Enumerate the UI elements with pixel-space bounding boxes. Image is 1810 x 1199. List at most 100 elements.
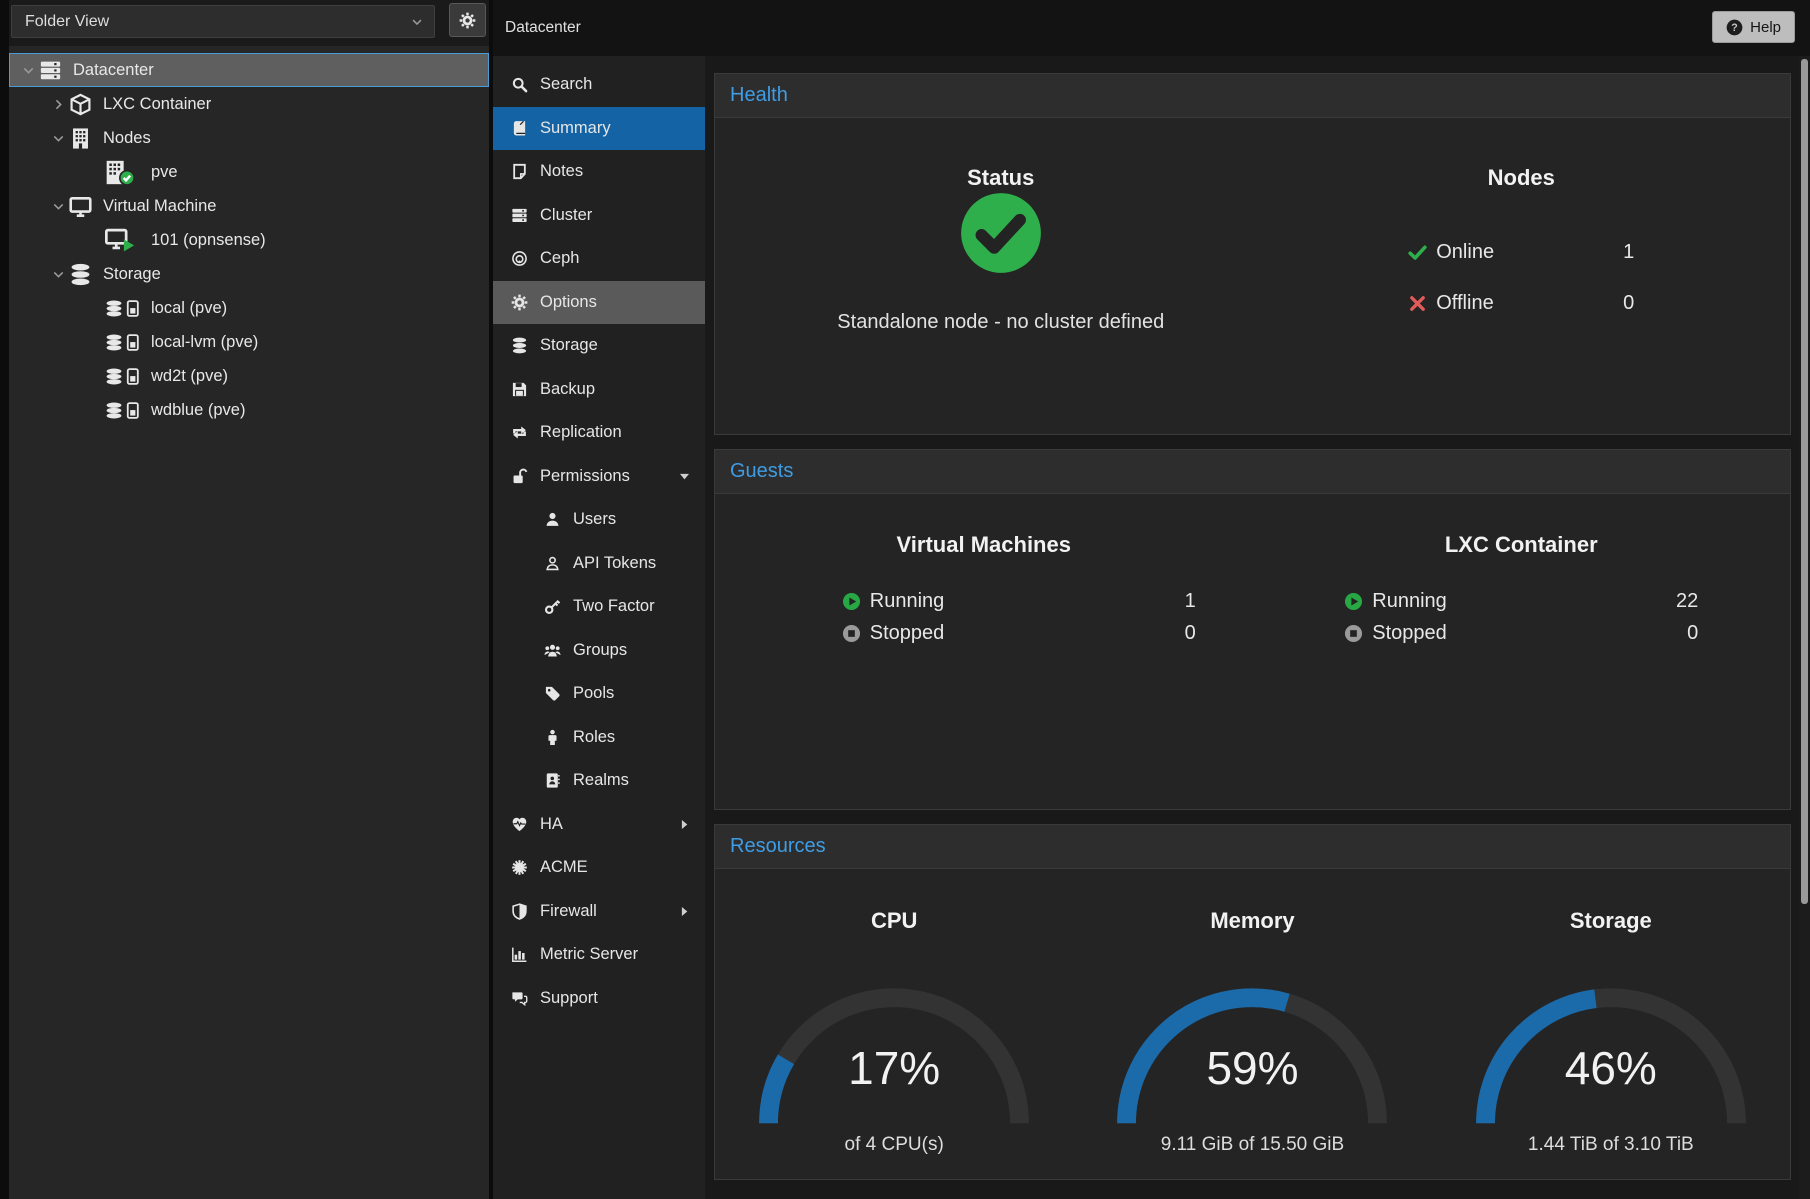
menu-item-icon-holder <box>510 207 529 224</box>
tree-expander[interactable] <box>47 131 69 146</box>
menu-item-groups[interactable]: Groups <box>493 629 705 673</box>
menu-item-notes[interactable]: Notes <box>493 150 705 194</box>
building-icon <box>69 127 92 150</box>
menu-item-replication[interactable]: Replication <box>493 411 705 455</box>
tree-expander[interactable] <box>47 97 69 112</box>
menu-item-support[interactable]: Support <box>493 977 705 1021</box>
tree-item-storage[interactable]: Storage <box>9 257 489 291</box>
menu-item-realms[interactable]: Realms <box>493 759 705 803</box>
guest-status-row-virtual-machines-stopped: Stopped0 <box>842 617 1196 649</box>
menu-item-icon-holder <box>543 642 562 659</box>
gauge-percent-value: 59% <box>1107 1041 1397 1095</box>
menu-item-ha[interactable]: HA <box>493 803 705 847</box>
check-icon <box>1408 243 1427 262</box>
tree-settings-button[interactable] <box>449 3 486 37</box>
gauge-memory-arc: 59% <box>1107 975 1397 1132</box>
vertical-scrollbar[interactable] <box>1799 56 1810 1199</box>
menu-item-users[interactable]: Users <box>493 498 705 542</box>
menu-item-cluster[interactable]: Cluster <box>493 194 705 238</box>
replication-icon <box>511 424 528 441</box>
node-status-row-offline: Offline0 <box>1408 278 1634 329</box>
cluster-status-message: Standalone node - no cluster defined <box>837 311 1164 334</box>
tree-item-datacenter[interactable]: Datacenter <box>9 53 489 87</box>
menu-item-metric-server[interactable]: Metric Server <box>493 933 705 977</box>
tree-item-101-opnsense[interactable]: 101 (opnsense) <box>9 223 489 257</box>
play-circle-icon <box>1344 592 1363 611</box>
tree-item-local-lvm-pve[interactable]: local-lvm (pve) <box>9 325 489 359</box>
menu-item-label: API Tokens <box>573 554 656 573</box>
guest-status-row-lxc-container-stopped: Stopped0 <box>1344 617 1698 649</box>
menu-item-icon-holder <box>543 772 562 789</box>
tree-item-virtual-machine[interactable]: Virtual Machine <box>9 189 489 223</box>
menu-item-summary[interactable]: Summary <box>493 107 705 151</box>
menu-item-acme[interactable]: ACME <box>493 846 705 890</box>
tree-item-lxc-container[interactable]: LXC Container <box>9 87 489 121</box>
tree-expander[interactable] <box>47 199 69 214</box>
tree-item-icon-holder <box>105 300 147 317</box>
caret-right-icon <box>677 904 692 919</box>
menu-item-two-factor[interactable]: Two Factor <box>493 585 705 629</box>
menu-item-storage[interactable]: Storage <box>493 324 705 368</box>
breadcrumb-title: Datacenter <box>505 19 581 37</box>
menu-item-pools[interactable]: Pools <box>493 672 705 716</box>
shield-icon <box>511 903 528 920</box>
menu-item-permissions[interactable]: Permissions <box>493 455 705 499</box>
gear-icon <box>511 294 528 311</box>
resource-gauge-cpu: CPU17%of 4 CPU(s) <box>715 869 1073 1179</box>
comments-icon <box>511 990 528 1007</box>
chevron-right-icon <box>51 97 66 112</box>
menu-item-icon-holder <box>510 903 529 920</box>
menu-item-ceph[interactable]: Ceph <box>493 237 705 281</box>
menu-item-icon-holder <box>510 424 529 441</box>
guests-panel-title: Guests <box>715 450 1790 494</box>
menu-item-icon-holder <box>510 381 529 398</box>
menu-item-search[interactable]: Search <box>493 63 705 107</box>
tree-item-icon-holder <box>105 228 147 252</box>
menu-item-expander[interactable] <box>677 817 692 832</box>
address-book-icon <box>544 772 561 789</box>
scrollbar-thumb[interactable] <box>1801 59 1808 904</box>
menu-item-icon-holder <box>510 76 529 93</box>
menu-item-icon-holder <box>510 120 529 137</box>
tag-icon <box>544 685 561 702</box>
monitor-icon <box>69 195 92 218</box>
question-circle-icon: ? <box>1726 19 1743 36</box>
tree-item-label: LXC Container <box>103 95 211 114</box>
menu-item-api-tokens[interactable]: API Tokens <box>493 542 705 586</box>
node-status-value: 0 <box>1623 292 1634 315</box>
menu-item-expander[interactable] <box>677 469 692 484</box>
menu-item-label: Permissions <box>540 467 630 486</box>
guest-status-row-virtual-machines-running: Running1 <box>842 585 1196 617</box>
menu-item-backup[interactable]: Backup <box>493 368 705 412</box>
tree-expander[interactable] <box>17 63 39 78</box>
view-mode-value: Folder View <box>25 13 109 31</box>
menu-item-icon-holder <box>510 250 529 267</box>
menu-item-icon-holder <box>510 468 529 485</box>
menu-item-options[interactable]: Options <box>493 281 705 325</box>
tree-item-nodes[interactable]: Nodes <box>9 121 489 155</box>
menu-item-icon-holder <box>510 946 529 963</box>
datacenter-menu: SearchSummaryNotesClusterCephOptionsStor… <box>493 56 705 1199</box>
menu-item-roles[interactable]: Roles <box>493 716 705 760</box>
content-area: Health Status Standalone node - no clust… <box>705 56 1799 1199</box>
users-icon <box>544 642 561 659</box>
menu-item-label: Two Factor <box>573 597 655 616</box>
tree-item-icon-holder <box>105 159 147 186</box>
check-circle-icon <box>959 191 1043 275</box>
menu-item-expander[interactable] <box>677 904 692 919</box>
tree-item-local-pve[interactable]: local (pve) <box>9 291 489 325</box>
view-mode-select[interactable]: Folder View <box>11 5 435 38</box>
menu-item-firewall[interactable]: Firewall <box>493 890 705 934</box>
note-icon <box>511 163 528 180</box>
tree-item-label: local-lvm (pve) <box>151 333 258 352</box>
help-button[interactable]: ? Help <box>1712 11 1795 43</box>
tree-expander[interactable] <box>47 267 69 282</box>
chevron-down-icon <box>21 63 36 78</box>
caret-down-icon <box>677 469 692 484</box>
tree-item-wdblue-pve[interactable]: wdblue (pve) <box>9 393 489 427</box>
tree-item-pve[interactable]: pve <box>9 155 489 189</box>
tree-item-wd2t-pve[interactable]: wd2t (pve) <box>9 359 489 393</box>
menu-item-icon-holder <box>543 555 562 572</box>
ceph-icon <box>511 250 528 267</box>
gauge-percent-value: 17% <box>749 1041 1039 1095</box>
